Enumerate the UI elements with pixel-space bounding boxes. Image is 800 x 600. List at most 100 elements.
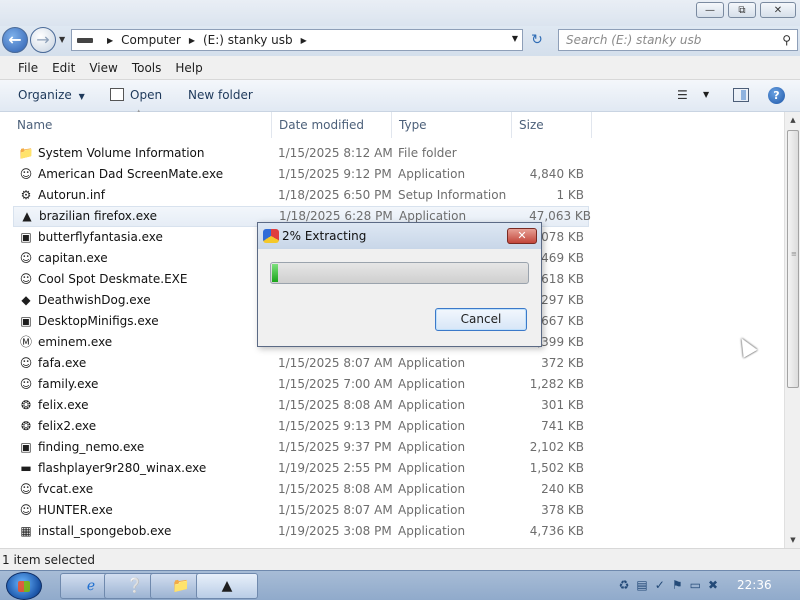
file-row[interactable]: ☺ fafa.exe 1/15/2025 8:07 AM Application 372… — [0, 353, 784, 374]
chevron-down-icon: ▼ — [78, 92, 85, 101]
views-dropdown-icon[interactable]: ▼ — [703, 90, 709, 99]
progress-fill — [272, 264, 278, 282]
menu-help[interactable]: Help — [175, 61, 202, 75]
monitor-icon[interactable]: ▭ — [690, 578, 701, 592]
close-window-button[interactable]: ✕ — [760, 2, 796, 18]
organize-button[interactable]: Organize ▼ — [18, 88, 85, 102]
file-row[interactable]: ☺ fvcat.exe 1/15/2025 8:08 AM Application 24… — [0, 479, 784, 500]
clock[interactable]: 22:36 — [737, 578, 772, 592]
maximize-button[interactable]: ⧉ — [728, 2, 756, 18]
spongebob-icon: ▦ — [20, 524, 32, 538]
menu-edit[interactable]: Edit — [52, 61, 75, 75]
address-row: ← → ▼ ▶ Computer ▶ (E:) stanky usb ▶ ▼ ↻… — [0, 26, 800, 56]
file-row[interactable]: ☺ American Dad ScreenMate.exe 1/15/2025 9:… — [0, 164, 784, 185]
file-row[interactable]: ☺ family.exe 1/15/2025 7:00 AM Application 1… — [0, 374, 784, 395]
file-size: 4,736 KB — [529, 524, 584, 538]
file-row[interactable]: ⚙ Autorun.inf 1/18/2025 6:50 PM Setup Infor… — [0, 185, 784, 206]
cat-icon: ☺ — [19, 482, 33, 496]
scroll-down-icon[interactable]: ▼ — [785, 532, 800, 548]
open-button[interactable]: Open — [110, 88, 162, 102]
organize-label: Organize — [18, 88, 72, 102]
search-input[interactable]: Search (E:) stanky usb ⚲ — [558, 29, 798, 51]
app-window-icon: ▣ — [20, 314, 32, 328]
file-name: felix.exe — [38, 398, 89, 412]
minimize-button[interactable]: — — [696, 2, 724, 18]
file-name: DeathwishDog.exe — [38, 293, 151, 307]
file-type: Application — [398, 377, 466, 391]
shield-icon[interactable]: ✓ — [655, 578, 665, 592]
scrollbar-thumb[interactable]: ≡ — [787, 130, 799, 388]
start-button[interactable] — [6, 572, 42, 600]
menu-file[interactable]: File — [18, 61, 38, 75]
file-size: 2,102 KB — [529, 440, 584, 454]
flag-icon[interactable]: ⚑ — [672, 578, 683, 592]
file-name: American Dad ScreenMate.exe — [38, 167, 224, 181]
preview-pane-icon[interactable] — [733, 88, 749, 102]
file-name: finding_nemo.exe — [38, 440, 145, 454]
breadcrumb-separator-icon[interactable]: ▶ — [107, 36, 113, 45]
file-row[interactable]: ▬ flashplayer9r280_winax.exe 1/19/2025 2:5… — [0, 458, 784, 479]
file-type: Application — [398, 440, 466, 454]
new-folder-button[interactable]: New folder — [188, 88, 253, 102]
column-header-date[interactable]: Date modified — [272, 112, 392, 138]
file-row[interactable]: ☺ HUNTER.exe 1/15/2025 8:07 AM Application 3… — [0, 500, 784, 521]
file-type: Application — [398, 167, 466, 181]
file-name: butterflyfantasia.exe — [38, 230, 163, 244]
breadcrumb-separator-icon[interactable]: ▶ — [189, 36, 195, 45]
breadcrumb-separator-icon[interactable]: ▶ — [301, 36, 307, 45]
file-size: 1,502 KB — [529, 461, 584, 475]
help-icon[interactable]: ? — [768, 87, 785, 104]
taskbar-extractor[interactable]: ▲ — [196, 573, 258, 599]
file-size: 378 KB — [541, 503, 584, 517]
open-label: Open — [130, 88, 163, 102]
search-placeholder: Search (E:) stanky usb — [566, 33, 702, 47]
progress-bar — [270, 262, 529, 284]
cancel-button[interactable]: Cancel — [435, 308, 527, 331]
column-header-name[interactable]: Name — [10, 112, 272, 138]
breadcrumb-computer[interactable]: Computer — [121, 33, 181, 47]
extract-dialog: 2% Extracting ✕ Cancel — [257, 222, 542, 347]
file-date: 1/15/2025 8:08 AM — [278, 482, 393, 496]
character-icon: ☺ — [19, 377, 33, 391]
file-date: 1/19/2025 2:55 PM — [278, 461, 392, 475]
status-bar: 1 item selected — [0, 548, 800, 570]
refresh-button[interactable]: ↻ — [527, 32, 547, 50]
breadcrumb-drive[interactable]: (E:) stanky usb — [203, 33, 293, 47]
search-icon[interactable]: ⚲ — [782, 30, 791, 50]
file-row[interactable]: ▣ finding_nemo.exe 1/15/2025 9:37 PM Applic… — [0, 437, 784, 458]
address-dropdown-icon[interactable]: ▼ — [512, 34, 518, 43]
scroll-up-icon[interactable]: ▲ — [785, 112, 800, 128]
refresh-icon: ↻ — [531, 32, 543, 48]
file-row[interactable]: ❂ felix.exe 1/15/2025 8:08 AM Application 30… — [0, 395, 784, 416]
file-date: 1/18/2025 6:50 PM — [278, 188, 392, 202]
file-type: File folder — [398, 146, 457, 160]
address-bar[interactable]: ▶ Computer ▶ (E:) stanky usb ▶ ▼ — [71, 29, 523, 51]
file-row[interactable]: 📁 System Volume Information 1/15/2025 8:12… — [0, 143, 784, 164]
views-icon[interactable]: ☰ — [677, 88, 688, 102]
menu-view[interactable]: View — [89, 61, 117, 75]
vertical-scrollbar[interactable]: ▲ ≡ ▼ — [784, 112, 800, 548]
back-button[interactable]: ← — [2, 27, 28, 53]
recent-pages-dropdown[interactable]: ▼ — [59, 35, 65, 44]
file-row[interactable]: ❂ felix2.exe 1/15/2025 9:13 PM Application 7… — [0, 416, 784, 437]
close-icon: ✕ — [517, 229, 527, 242]
file-row[interactable]: ▦ install_spongebob.exe 1/19/2025 3:08 PM A… — [0, 521, 784, 542]
colorful-app-icon: ▲ — [22, 209, 32, 223]
document-icon[interactable]: ▤ — [636, 578, 647, 592]
character-icon: ☺ — [19, 251, 33, 265]
dog-icon: ◆ — [21, 293, 31, 307]
dialog-close-button[interactable]: ✕ — [507, 228, 537, 244]
menu-tools[interactable]: Tools — [132, 61, 162, 75]
drive-icon — [77, 37, 93, 43]
volume-muted-icon[interactable]: ✖ — [708, 578, 718, 592]
colorful-app-icon: ▲ — [221, 578, 233, 594]
file-size: 240 KB — [541, 482, 584, 496]
forward-button[interactable]: → — [30, 27, 56, 53]
folder-icon: 📁 — [172, 578, 190, 594]
taskbar: ℯ ❔ 📁 ▲ ♻ ▤ ✓ ⚑ ▭ ✖ 22:36 — [0, 570, 800, 600]
file-type: Application — [398, 524, 466, 538]
network-icon[interactable]: ♻ — [619, 578, 630, 592]
column-header-type[interactable]: Type — [392, 112, 512, 138]
column-header-size[interactable]: Size — [512, 112, 592, 138]
file-type: Application — [398, 482, 466, 496]
